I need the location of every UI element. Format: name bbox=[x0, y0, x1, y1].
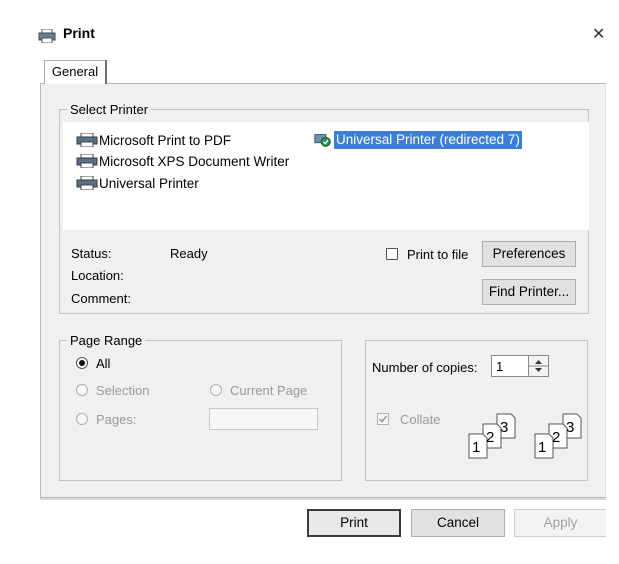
print-dialog: Print ✕ General Select Printer Microsoft… bbox=[0, 0, 619, 564]
default-printer-icon bbox=[314, 134, 331, 147]
collate-page-number: 2 bbox=[486, 429, 495, 446]
page-range-label: Page Range bbox=[67, 334, 146, 348]
print-to-file-checkbox[interactable] bbox=[386, 248, 398, 260]
pages-radio[interactable] bbox=[76, 413, 88, 425]
selection-label[interactable]: Selection bbox=[96, 383, 149, 398]
checkmark-icon bbox=[378, 415, 388, 423]
spinner-arrows-icon bbox=[529, 360, 548, 372]
printer-name: Universal Printer bbox=[99, 175, 199, 191]
printer-icon bbox=[76, 154, 98, 168]
location-label: Location: bbox=[71, 268, 124, 283]
collate-page-number: 3 bbox=[566, 419, 575, 436]
printer-item-microsoft-print-to-pdf[interactable]: Microsoft Print to PDF bbox=[76, 130, 231, 150]
print-to-file-label[interactable]: Print to file bbox=[407, 247, 468, 262]
current-page-label[interactable]: Current Page bbox=[230, 383, 307, 398]
pages-label[interactable]: Pages: bbox=[96, 412, 136, 427]
printer-icon bbox=[76, 176, 98, 190]
printer-name: Microsoft Print to PDF bbox=[99, 132, 232, 148]
printer-item-microsoft-xps-document-writer[interactable]: Microsoft XPS Document Writer bbox=[76, 151, 289, 171]
all-radio[interactable] bbox=[76, 357, 88, 369]
collate-page-number: 3 bbox=[500, 419, 509, 436]
collate-page-number: 1 bbox=[472, 439, 481, 456]
collate-checkbox[interactable] bbox=[377, 413, 389, 425]
all-label[interactable]: All bbox=[96, 356, 110, 371]
printer-icon bbox=[76, 133, 98, 147]
status-value: Ready bbox=[170, 246, 208, 261]
printer-icon bbox=[38, 29, 56, 43]
printer-name: Microsoft XPS Document Writer bbox=[99, 153, 290, 169]
preferences-button[interactable]: Preferences bbox=[482, 241, 576, 267]
collate-label[interactable]: Collate bbox=[400, 412, 440, 427]
tab-edge bbox=[105, 60, 107, 84]
copies-input[interactable]: 1 bbox=[491, 355, 529, 377]
select-printer-label: Select Printer bbox=[67, 103, 152, 117]
collate-page-number: 2 bbox=[552, 429, 561, 446]
tab-general[interactable]: General bbox=[44, 60, 106, 84]
selection-radio[interactable] bbox=[76, 384, 88, 396]
cancel-button[interactable]: Cancel bbox=[411, 509, 505, 537]
find-printer-button[interactable]: Find Printer... bbox=[482, 279, 576, 305]
status-label: Status: bbox=[71, 246, 112, 261]
window-title: Print bbox=[63, 26, 95, 38]
number-of-copies-label: Number of copies: bbox=[372, 360, 478, 375]
print-button[interactable]: Print bbox=[307, 509, 401, 537]
collate-page-number: 1 bbox=[538, 439, 547, 456]
copies-value: 1 bbox=[496, 359, 504, 374]
printer-item-universal-printer-redirected[interactable]: Universal Printer (redirected 7) bbox=[313, 130, 522, 150]
close-icon[interactable]: ✕ bbox=[592, 26, 605, 44]
apply-button[interactable]: Apply bbox=[514, 509, 606, 537]
pages-input[interactable] bbox=[209, 408, 318, 430]
current-page-radio[interactable] bbox=[210, 384, 222, 396]
comment-label: Comment: bbox=[71, 291, 131, 306]
printer-item-universal-printer[interactable]: Universal Printer bbox=[76, 173, 199, 193]
collate-illustration: 1 2 3 1 2 3 bbox=[455, 410, 587, 460]
button-bar-divider bbox=[40, 498, 606, 500]
copies-spinner[interactable] bbox=[529, 355, 549, 377]
printer-name: Universal Printer (redirected 7) bbox=[334, 131, 522, 149]
